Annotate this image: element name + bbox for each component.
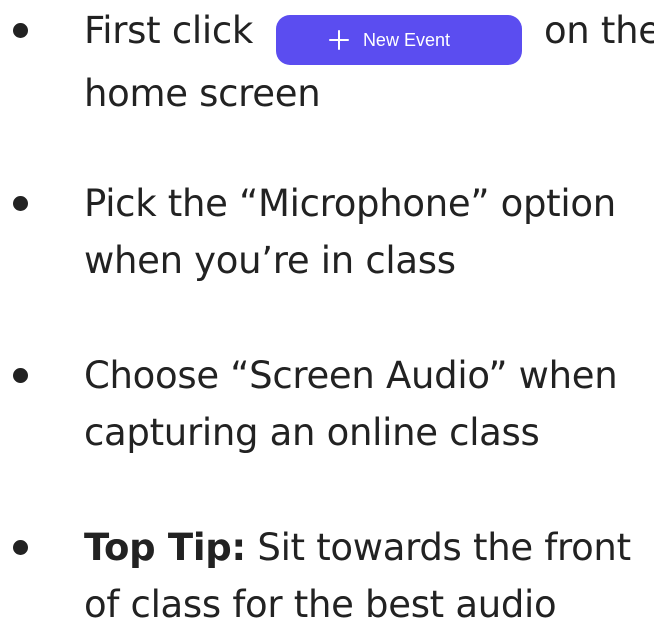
instruction-line: Top Tip: Sit towards the front	[84, 519, 654, 576]
instruction-list: First click New Event on the home screen…	[0, 0, 654, 632]
instruction-text-after-button: on the	[543, 9, 654, 52]
bullet-icon	[13, 23, 28, 38]
instruction-text: Top Tip: Sit towards the front of class …	[84, 519, 654, 633]
new-event-button-label: New Event	[362, 29, 450, 50]
instruction-line: home screen	[84, 72, 321, 115]
new-event-button[interactable]: New Event	[276, 15, 523, 65]
instruction-line: capturing an online class	[84, 411, 540, 454]
instruction-text: First click New Event on the home screen	[84, 2, 654, 122]
instruction-text: Pick the “Microphone” option when you’re…	[84, 175, 654, 289]
plus-icon	[328, 30, 349, 50]
bullet-icon	[13, 540, 28, 555]
bullet-icon	[13, 196, 28, 211]
bullet-icon	[13, 368, 28, 383]
top-tip-text: Sit towards the front	[245, 526, 631, 569]
instruction-line: First click New Event on the	[84, 2, 654, 65]
top-tip-label: Top Tip:	[84, 526, 246, 569]
instruction-line: Pick the “Microphone” option	[84, 182, 616, 225]
instruction-text: Choose “Screen Audio” when capturing an …	[84, 347, 654, 461]
instruction-line: when you’re in class	[84, 239, 456, 282]
instruction-text-before-button: First click	[84, 9, 253, 52]
instruction-line: of class for the best audio	[84, 583, 557, 626]
instruction-line: Choose “Screen Audio” when	[84, 354, 618, 397]
